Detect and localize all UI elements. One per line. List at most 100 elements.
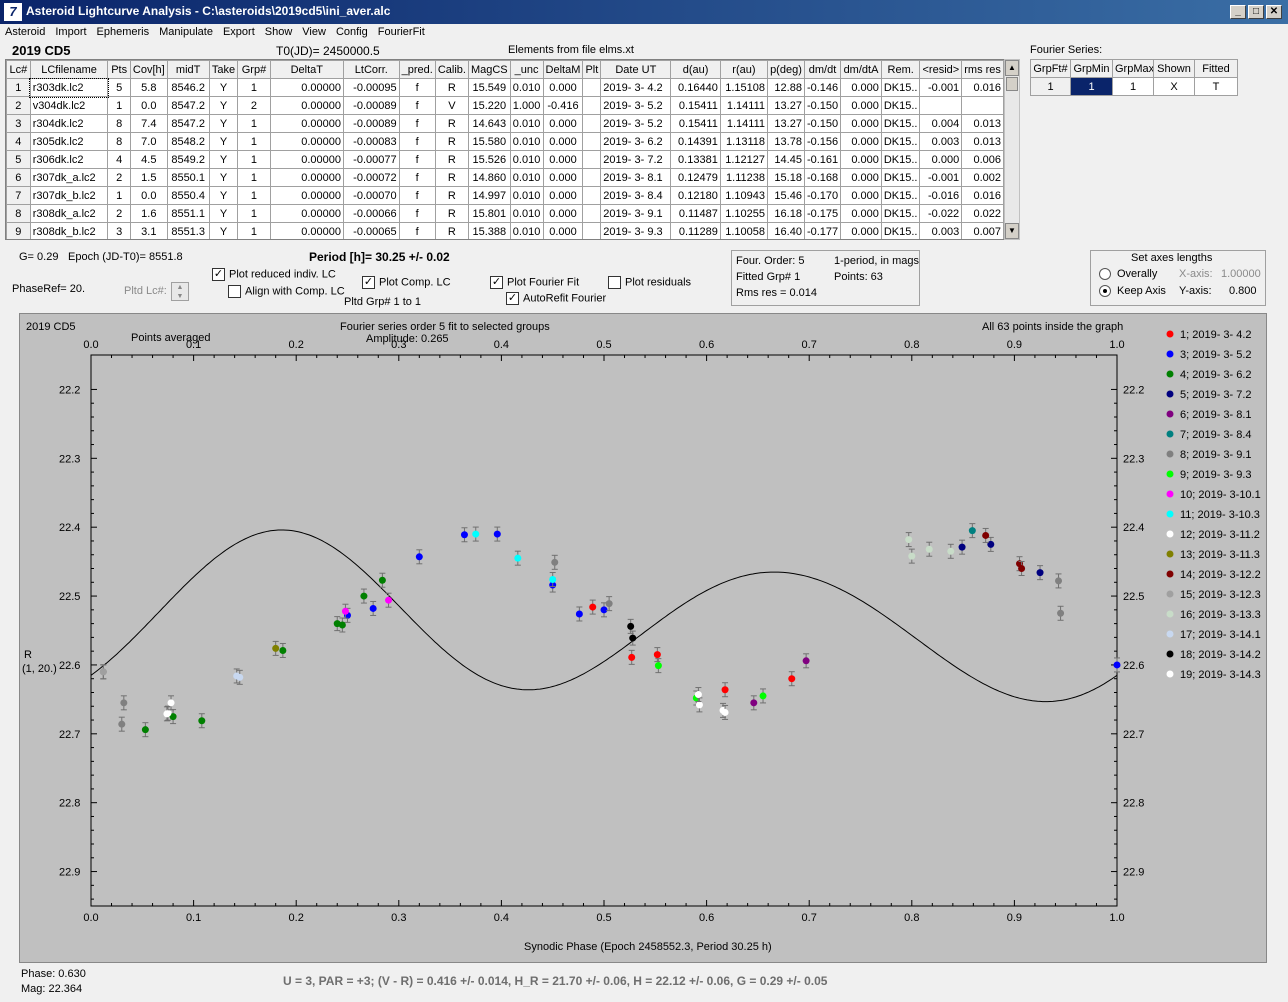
table-cell[interactable]: DK15.. [880, 186, 921, 205]
table-cell[interactable]: V [434, 96, 469, 115]
table-cell[interactable]: 0.00000 [269, 186, 345, 205]
table-cell[interactable]: 0.006 [961, 150, 1004, 169]
row-number[interactable]: 2 [6, 96, 31, 115]
table-cell[interactable]: 0.010 [509, 78, 544, 97]
table-cell[interactable]: f [398, 78, 436, 97]
table-cell[interactable]: -0.001 [919, 168, 963, 187]
row-number[interactable]: 9 [6, 222, 31, 239]
table-cell[interactable]: 1 [237, 150, 271, 169]
table-cell[interactable]: 14.643 [467, 114, 511, 133]
table-cell[interactable]: f [398, 204, 436, 223]
lc-col-header[interactable]: DeltaT [269, 60, 345, 79]
table-cell[interactable]: 0.00000 [269, 78, 345, 97]
table-cell[interactable]: 0.000 [919, 150, 963, 169]
keep-axis-radio-icon[interactable] [1099, 285, 1111, 298]
table-cell[interactable]: 0.002 [961, 168, 1004, 187]
table-cell[interactable]: 1.15108 [719, 78, 769, 97]
table-cell[interactable]: -0.146 [803, 78, 842, 97]
table-cell[interactable]: 1 [237, 204, 271, 223]
table-cell[interactable]: -0.00072 [343, 168, 400, 187]
table-cell[interactable]: -0.00083 [343, 132, 400, 151]
lightcurve-svg[interactable]: 0.00.00.10.10.20.20.30.30.40.40.50.50.60… [20, 314, 1268, 964]
table-cell[interactable]: 1.10058 [719, 222, 769, 239]
table-cell[interactable]: DK15.. [880, 168, 921, 187]
table-cell[interactable]: 1 [237, 222, 271, 239]
table-cell[interactable]: 16.40 [767, 222, 805, 239]
table-cell[interactable]: R [434, 168, 469, 187]
table-cell[interactable]: Y [208, 78, 239, 97]
table-cell[interactable]: DK15.. [880, 150, 921, 169]
row-number[interactable]: 3 [6, 114, 31, 133]
scroll-down-icon[interactable]: ▼ [1005, 223, 1019, 239]
table-cell[interactable]: f [398, 96, 436, 115]
table-cell[interactable]: 8550.4 [166, 186, 210, 205]
table-cell[interactable]: 0.00000 [269, 168, 345, 187]
lc-col-header[interactable]: _unc [509, 60, 544, 79]
table-cell[interactable]: 8 [107, 114, 131, 133]
lc-col-header[interactable]: DeltaM [542, 60, 584, 79]
table-cell[interactable]: 5.8 [129, 78, 168, 97]
fourier-cell-fitted[interactable]: T [1194, 77, 1238, 96]
fourier-cell-grpmin[interactable]: 1 [1070, 77, 1113, 96]
table-cell[interactable]: 4.5 [129, 150, 168, 169]
table-cell[interactable]: DK15.. [880, 78, 921, 97]
table-cell[interactable]: R [434, 186, 469, 205]
table-cell[interactable]: 0.000 [840, 132, 882, 151]
table-cell[interactable]: 2019- 3- 6.2 [600, 132, 672, 151]
table-cell[interactable]: f [398, 186, 436, 205]
table-cell[interactable]: 8548.2 [166, 132, 210, 151]
table-cell[interactable]: 1.13118 [719, 132, 769, 151]
lc-col-header[interactable]: dm/dtA [840, 60, 882, 79]
table-cell[interactable]: f [398, 168, 436, 187]
table-cell[interactable] [582, 222, 602, 239]
table-cell[interactable]: -0.00077 [343, 150, 400, 169]
minimize-icon[interactable]: _ [1230, 5, 1246, 19]
table-cell[interactable]: -0.170 [803, 186, 842, 205]
table-cell[interactable]: 2 [107, 168, 131, 187]
table-cell[interactable]: -0.161 [803, 150, 842, 169]
table-cell[interactable]: 1 [237, 186, 271, 205]
table-cell[interactable]: -0.00089 [343, 96, 400, 115]
table-cell[interactable]: 0.016 [961, 186, 1004, 205]
table-cell[interactable]: 0.013 [961, 114, 1004, 133]
table-cell[interactable]: DK15.. [880, 222, 921, 239]
menu-config[interactable]: Config [331, 24, 373, 40]
table-cell[interactable]: -0.00095 [343, 78, 400, 97]
align-comp-check-icon[interactable] [228, 285, 241, 298]
table-row[interactable]: 5 r306dk.lc2 4 4.5 8549.2 Y 1 0.00000 -0.00077 f R… [6, 150, 1004, 169]
table-cell[interactable]: 0.013 [961, 132, 1004, 151]
table-cell[interactable]: 0.0 [129, 186, 168, 205]
menu-export[interactable]: Export [218, 24, 260, 40]
row-number[interactable]: 1 [6, 78, 31, 97]
table-cell[interactable]: R [434, 204, 469, 223]
table-cell[interactable]: 15.18 [767, 168, 805, 187]
plot-fourier-checkbox[interactable]: ✓ Plot Fourier Fit [490, 276, 579, 289]
lc-col-header[interactable]: Cov[h] [129, 60, 168, 79]
table-cell[interactable]: 8546.2 [166, 78, 210, 97]
table-cell[interactable]: r303dk.lc2 [29, 77, 109, 98]
table-cell[interactable]: 8547.2 [166, 114, 210, 133]
table-cell[interactable]: Y [208, 186, 239, 205]
table-cell[interactable]: 0.010 [509, 168, 544, 187]
table-cell[interactable]: 1.6 [129, 204, 168, 223]
table-cell[interactable]: 0.16440 [670, 78, 721, 97]
table-cell[interactable]: -0.177 [803, 222, 842, 239]
table-cell[interactable]: R [434, 78, 469, 97]
table-cell[interactable]: 1.14111 [719, 114, 769, 133]
table-cell[interactable]: Y [208, 96, 239, 115]
table-cell[interactable]: f [398, 114, 436, 133]
menu-ephemeris[interactable]: Ephemeris [92, 24, 155, 40]
table-cell[interactable]: -0.022 [919, 204, 963, 223]
table-cell[interactable]: 1.11238 [719, 168, 769, 187]
table-cell[interactable]: 0.00000 [269, 114, 345, 133]
table-cell[interactable]: r306dk.lc2 [29, 150, 109, 169]
table-cell[interactable] [582, 186, 602, 205]
lc-col-header[interactable]: d(au) [670, 60, 721, 79]
table-cell[interactable]: 0.000 [542, 132, 584, 151]
table-cell[interactable]: 0.00000 [269, 150, 345, 169]
table-cell[interactable]: 0.003 [919, 132, 963, 151]
table-cell[interactable]: -0.150 [803, 96, 842, 115]
table-cell[interactable]: 8549.2 [166, 150, 210, 169]
table-cell[interactable]: 0.010 [509, 204, 544, 223]
table-cell[interactable]: 0.016 [961, 78, 1004, 97]
